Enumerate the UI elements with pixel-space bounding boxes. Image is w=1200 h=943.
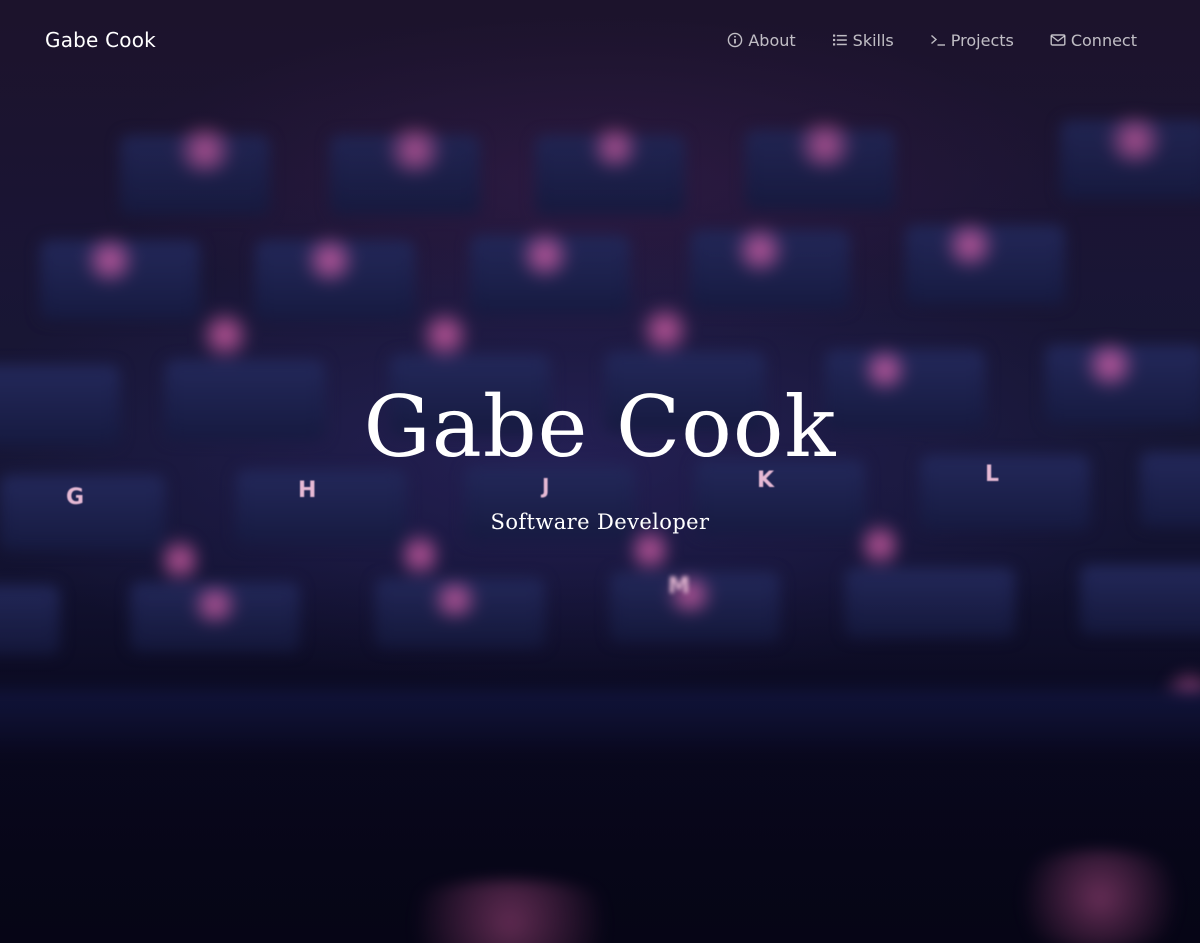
- nav-link-connect[interactable]: Connect: [1050, 31, 1137, 50]
- brand-link[interactable]: Gabe Cook: [45, 28, 156, 52]
- hero-subtitle: Software Developer: [490, 510, 710, 534]
- nav-link-label: Skills: [852, 30, 894, 50]
- info-circle-icon: [727, 32, 743, 48]
- nav-link-skills[interactable]: Skills: [832, 31, 894, 50]
- envelope-icon: [1050, 32, 1066, 48]
- nav-link-label: Projects: [950, 30, 1014, 50]
- navbar: Gabe Cook About Skills Projects Connect: [0, 0, 1200, 80]
- nav-link-projects[interactable]: Projects: [930, 31, 1014, 50]
- hero-title: Gabe Cook: [363, 378, 837, 476]
- list-icon: [832, 32, 848, 48]
- masthead: Gabe Cook Software Developer: [0, 372, 1200, 534]
- nav-link-label: About: [748, 30, 796, 50]
- nav-link-label: Connect: [1070, 30, 1137, 50]
- nav-link-about[interactable]: About: [727, 30, 796, 50]
- terminal-icon: [930, 32, 946, 48]
- nav-links: About Skills Projects Connect: [727, 31, 1137, 50]
